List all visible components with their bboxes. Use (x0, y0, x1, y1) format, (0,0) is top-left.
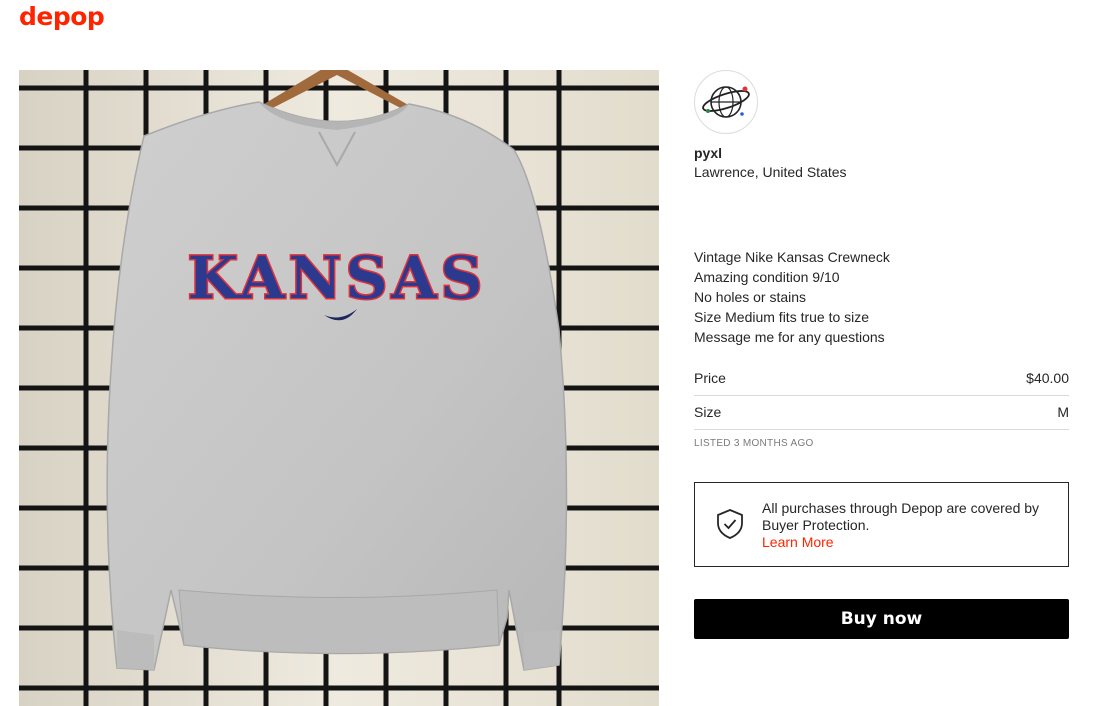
seller-username[interactable]: pyxl (694, 145, 722, 161)
size-label: Size (694, 404, 722, 420)
size-value: M (1057, 404, 1069, 420)
description-line: Vintage Nike Kansas Crewneck (694, 249, 890, 265)
product-image[interactable]: KANSAS (19, 70, 659, 706)
globe-logo-icon (702, 86, 750, 118)
depop-logo[interactable]: depop (19, 2, 105, 31)
listed-time: LISTED 3 MONTHS AGO (694, 438, 814, 449)
description-line: Message me for any questions (694, 329, 885, 345)
buyer-protection-box: All purchases through Depop are covered … (694, 482, 1069, 567)
price-label: Price (694, 370, 726, 386)
sweatshirt-illustration: KANSAS (19, 70, 659, 706)
learn-more-link[interactable]: Learn More (762, 534, 1052, 551)
seller-location: Lawrence, United States (694, 164, 847, 180)
protection-message: All purchases through Depop are covered … (762, 500, 1040, 533)
shield-check-icon (717, 509, 743, 539)
description-line: Size Medium fits true to size (694, 309, 870, 325)
description-line: No holes or stains (694, 289, 807, 305)
kansas-print: KANSAS (188, 244, 487, 312)
item-description: Vintage Nike Kansas Crewneck Amazing con… (694, 247, 1069, 347)
buyer-protection-text: All purchases through Depop are covered … (762, 500, 1052, 551)
price-value: $40.00 (1026, 370, 1069, 386)
description-line: Amazing condition 9/10 (694, 269, 840, 285)
buy-now-button[interactable]: Buy now (694, 599, 1069, 639)
seller-avatar[interactable] (694, 70, 758, 134)
size-row: Size M (694, 396, 1069, 430)
price-row: Price $40.00 (694, 362, 1069, 396)
